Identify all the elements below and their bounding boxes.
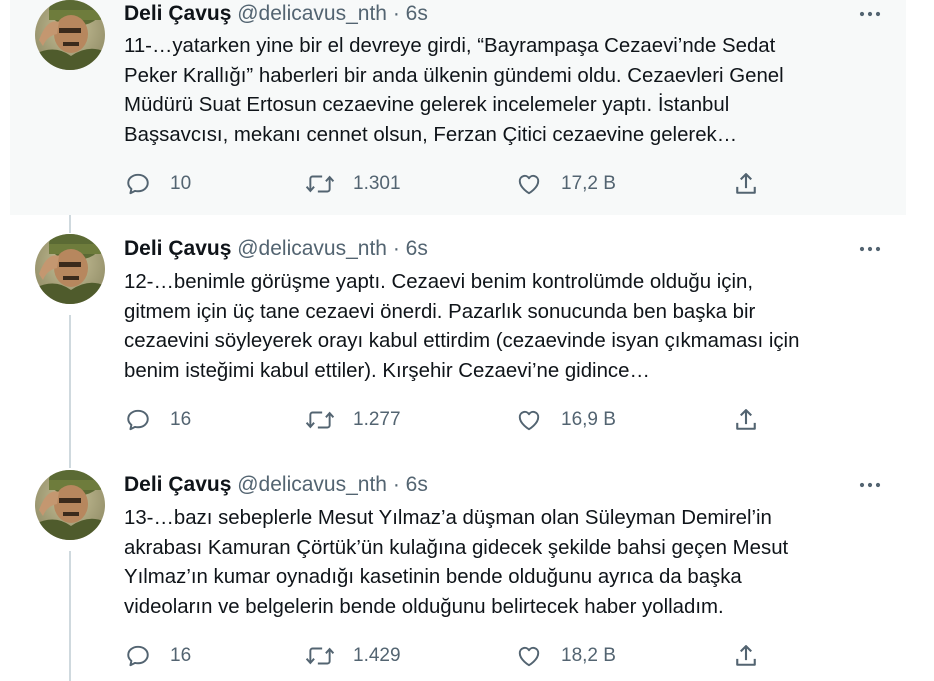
more-options-button[interactable] (852, 473, 888, 497)
tweet-text: 12-…benimle görüşme yaptı. Cezaevi benim… (124, 268, 884, 386)
like-button[interactable]: 17,2 B (515, 169, 616, 199)
reply-icon (127, 173, 149, 195)
more-horizontal-icon (859, 11, 881, 17)
retweet-button[interactable]: 1.277 (305, 405, 401, 435)
heart-icon (518, 174, 540, 195)
more-options-button[interactable] (852, 237, 888, 261)
like-button[interactable]: 16,9 B (515, 405, 616, 435)
reply-count: 16 (170, 409, 192, 430)
tweet-text: 13-…bazı sebeplerle Mesut Yılmaz’a düşma… (124, 504, 884, 622)
tweet-text-line: benim isteğimi kabul ettiler). Kırşehir … (124, 359, 650, 382)
retweet-count: 1.429 (353, 645, 401, 666)
reply-button[interactable]: 16 (124, 405, 191, 435)
author-handle[interactable]: @delicavus_nth (237, 473, 387, 496)
tweet-text-line: cezaevini söyleyerek orayı kabul ettirdi… (124, 330, 800, 352)
tweet-text-line: 12-…benimle görüşme yaptı. Cezaevi benim… (124, 271, 754, 293)
tweet-text-line: 11-…yatarken yine bir el devreye girdi, … (124, 35, 776, 57)
more-options-button[interactable] (852, 2, 888, 26)
tweet-text-line: gitmem için üç tane cezaevi önerdi. Paza… (124, 300, 756, 323)
more-horizontal-icon (859, 482, 881, 488)
like-count: 17,2 B (561, 173, 616, 194)
share-icon (736, 173, 756, 194)
retweet-count: 1.301 (353, 173, 401, 194)
tweet-text-line: Başsavcısı, mekanı cennet olsun, Ferzan … (124, 123, 738, 146)
avatar[interactable] (35, 234, 105, 304)
retweet-icon (305, 175, 335, 193)
tweet-text-line: videoların ve belgelerin bende olduğunu … (124, 595, 724, 618)
timestamp[interactable]: 6s (406, 473, 428, 496)
reply-button[interactable]: 10 (124, 169, 191, 199)
share-button[interactable] (732, 405, 760, 435)
heart-icon (518, 410, 540, 431)
tweet-text: 11-…yatarken yine bir el devreye girdi, … (124, 32, 884, 150)
tweet-text-line: akrabası Kamuran Çörtük’ün kulağına gide… (124, 536, 789, 559)
tweet-header: Deli Çavuş @delicavus_nth · 6s (124, 473, 428, 497)
timeline: Deli Çavuş @delicavus_nth · 6s 11-…yatar… (10, 0, 906, 681)
more-horizontal-icon (859, 246, 881, 252)
share-button[interactable] (732, 641, 760, 671)
reply-count: 16 (170, 645, 192, 666)
tweet-text-line: Müdürü Suat Ertosun cezaevine gelerek in… (124, 94, 730, 116)
author-handle[interactable]: @delicavus_nth (237, 2, 387, 25)
tweet-text-line: Peker Krallığı” haberleri bir anda ülken… (124, 64, 784, 87)
retweet-button[interactable]: 1.429 (305, 641, 401, 671)
separator-dot: · (392, 2, 400, 25)
reply-icon (127, 645, 149, 667)
avatar[interactable] (35, 470, 105, 540)
retweet-count: 1.277 (353, 409, 401, 430)
author-name[interactable]: Deli Çavuş (124, 473, 231, 496)
tweet-header: Deli Çavuş @delicavus_nth · 6s (124, 2, 428, 26)
timestamp[interactable]: 6s (406, 2, 428, 25)
like-button[interactable]: 18,2 B (515, 641, 616, 671)
share-button[interactable] (732, 169, 760, 199)
tweet-text-line: 13-…bazı sebeplerle Mesut Yılmaz’a düşma… (124, 507, 772, 529)
author-name[interactable]: Deli Çavuş (124, 2, 231, 25)
separator-dot: · (392, 237, 400, 260)
tweet-text-line: Yılmaz’ın kumar oynadığı kasetinin bende… (124, 566, 742, 588)
reply-icon (127, 409, 149, 431)
retweet-icon (305, 647, 335, 665)
reply-button[interactable]: 16 (124, 641, 191, 671)
tweet[interactable]: Deli Çavuş @delicavus_nth · 6s 11-…yatar… (10, 0, 906, 215)
like-count: 18,2 B (561, 645, 616, 666)
tweet[interactable]: Deli Çavuş @delicavus_nth · 6s 13-…bazı … (10, 451, 906, 681)
share-icon (736, 645, 756, 666)
tweet-header: Deli Çavuş @delicavus_nth · 6s (124, 237, 428, 261)
tweet[interactable]: Deli Çavuş @delicavus_nth · 6s 12-…benim… (10, 215, 906, 451)
heart-icon (518, 646, 540, 667)
retweet-button[interactable]: 1.301 (305, 169, 401, 199)
timestamp[interactable]: 6s (406, 237, 428, 260)
avatar[interactable] (35, 0, 105, 70)
retweet-icon (305, 411, 335, 429)
like-count: 16,9 B (561, 409, 616, 430)
author-name[interactable]: Deli Çavuş (124, 237, 231, 260)
share-icon (736, 409, 756, 430)
separator-dot: · (392, 473, 400, 496)
author-handle[interactable]: @delicavus_nth (237, 237, 387, 260)
reply-count: 10 (170, 173, 192, 194)
